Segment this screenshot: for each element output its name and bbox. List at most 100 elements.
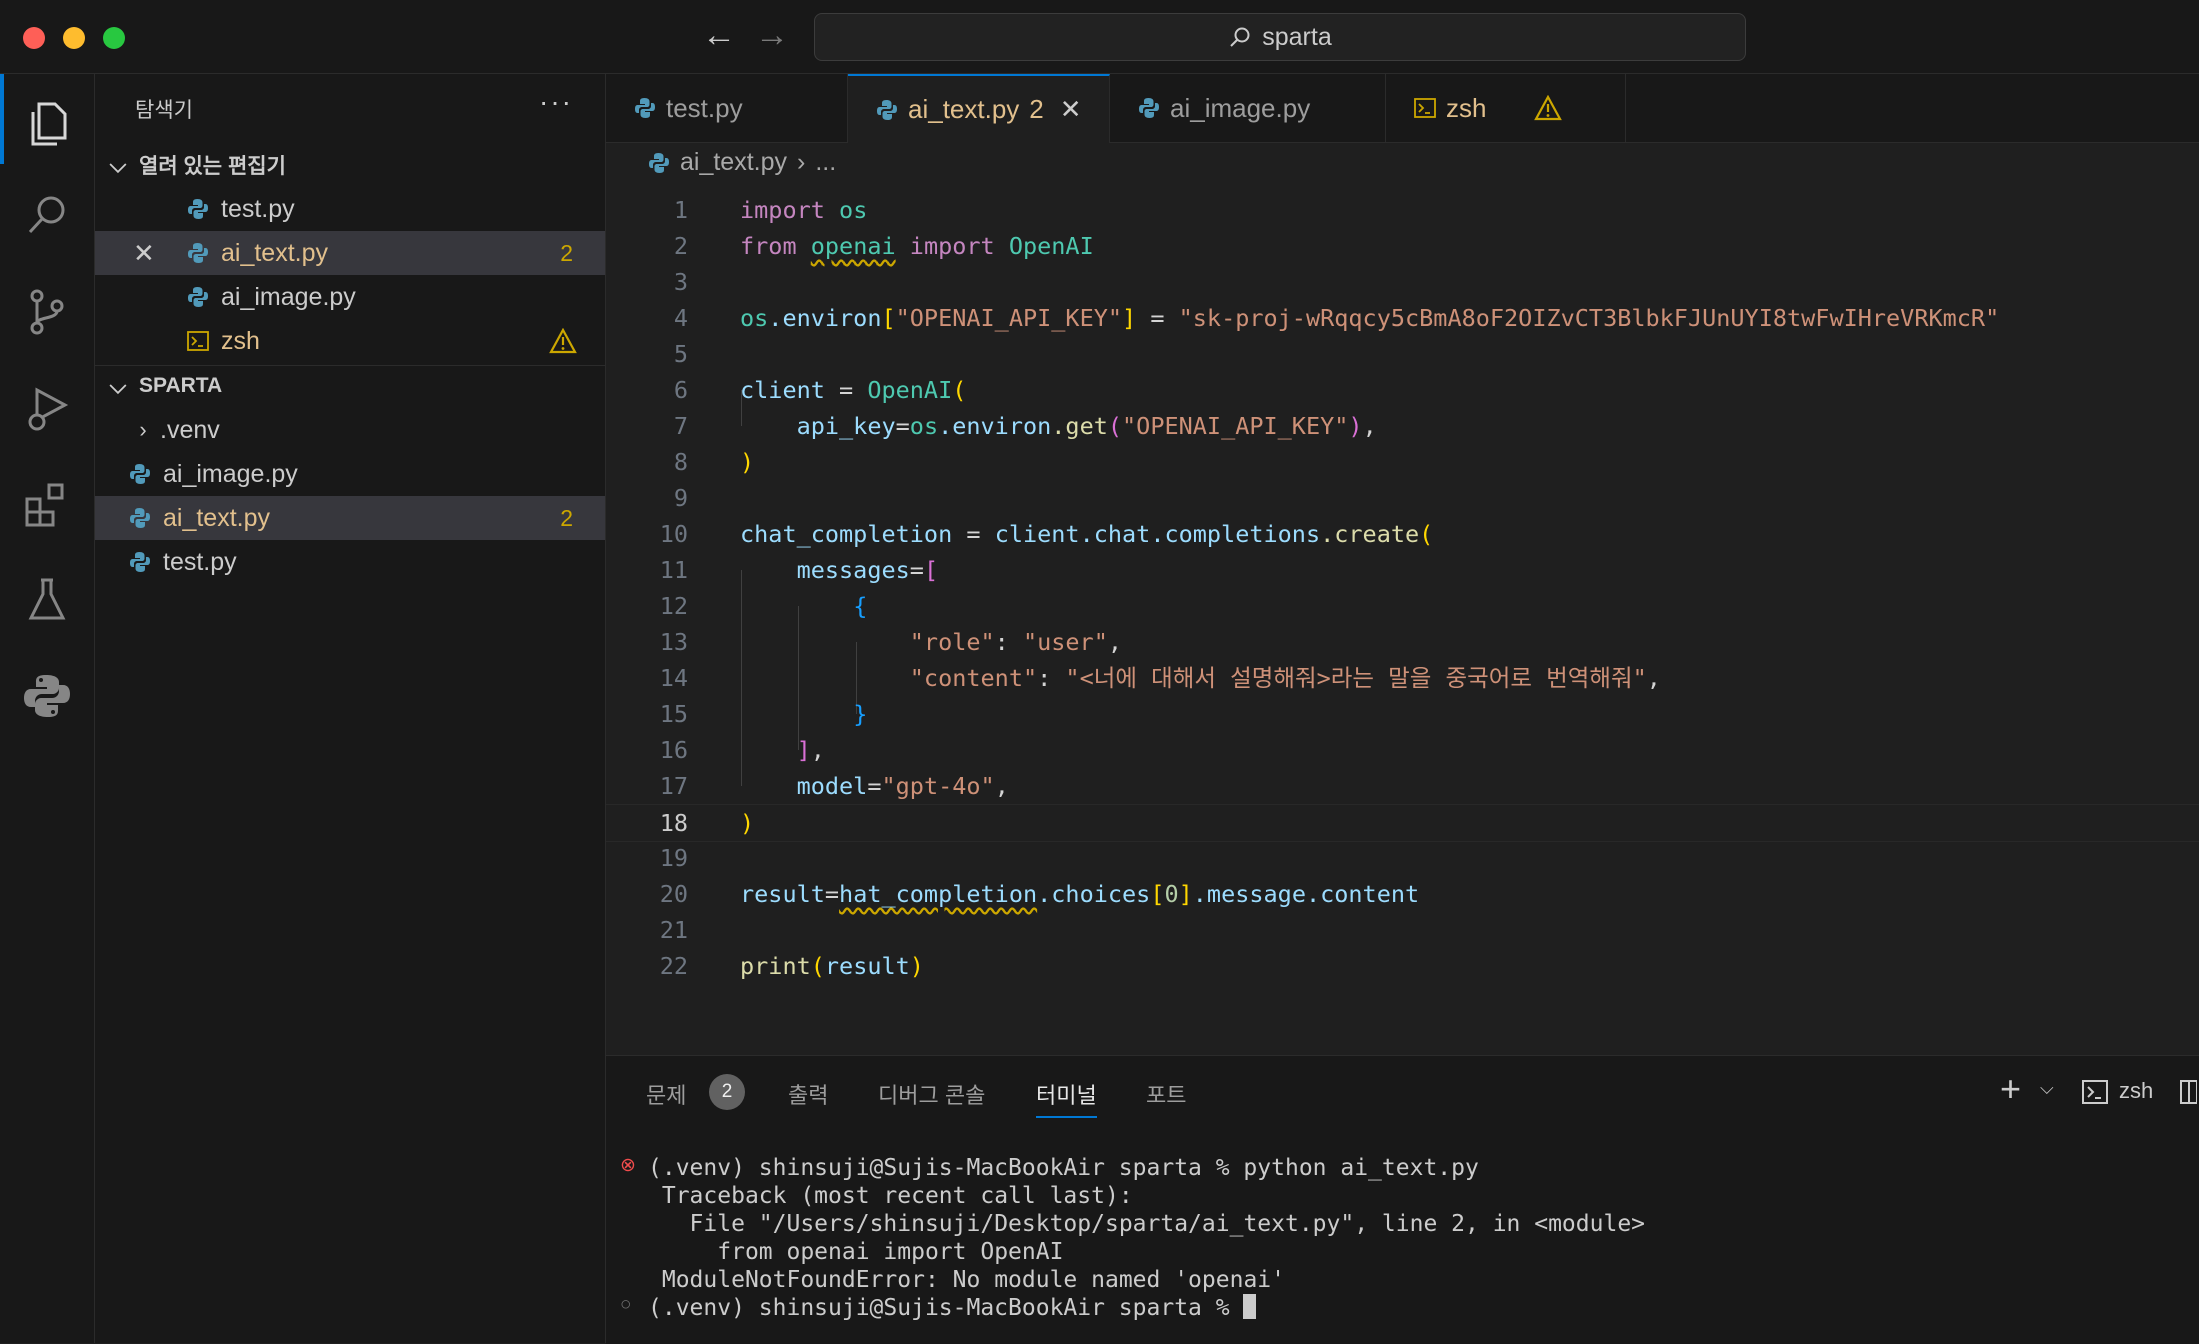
code-line: 5 [606, 336, 2199, 372]
code-line: 19 [606, 840, 2199, 876]
line-number: 9 [673, 484, 688, 512]
code-line: 8) [606, 444, 2199, 480]
python-file-icon [130, 508, 150, 528]
tab-zsh[interactable]: zsh [1386, 74, 1626, 142]
explorer-icon[interactable] [0, 84, 94, 164]
breadcrumb: ai_text.py › ... [648, 148, 836, 177]
line-number: 22 [659, 952, 688, 980]
line-number: 8 [673, 448, 688, 476]
problem-count-badge: 2 [560, 239, 573, 266]
search-text: sparta [1262, 22, 1332, 51]
chevron-right-icon: › [797, 148, 806, 176]
tab-ai-text[interactable]: ai_text.py 2 ✕ [848, 74, 1110, 143]
terminal-prompt-line: (.venv) shinsuji@Sujis-MacBookAir sparta… [648, 1294, 1257, 1322]
tab-output[interactable]: 출력 [788, 1078, 828, 1110]
current-code-line: 18) [606, 804, 2199, 842]
tree-item-label: ai_image.py [163, 459, 298, 488]
open-editor-item-test[interactable]: test.py [95, 187, 605, 231]
run-debug-icon[interactable] [0, 368, 94, 448]
code-line: 9 [606, 480, 2199, 516]
tab-ports[interactable]: 포트 [1146, 1078, 1186, 1110]
project-label: SPARTA [139, 374, 223, 397]
extensions-icon[interactable] [0, 465, 94, 545]
close-tab-icon[interactable]: ✕ [1060, 94, 1082, 125]
tab-test[interactable]: test.py [606, 74, 848, 142]
zoom-window-button[interactable] [103, 27, 125, 49]
python-file-icon [188, 199, 208, 219]
close-window-button[interactable] [23, 27, 45, 49]
line-number: 21 [659, 916, 688, 944]
error-circle-icon: ⊗ [620, 1155, 636, 1176]
python-file-icon [188, 243, 208, 263]
problem-count-badge: 2 [560, 504, 573, 531]
open-editor-item-ai-text[interactable]: ✕ ai_text.py 2 [95, 231, 605, 275]
open-editors-section[interactable]: ⌵ 열려 있는 편집기 [95, 143, 605, 187]
open-editor-item-ai-image[interactable]: ai_image.py [95, 275, 605, 319]
warning-icon [1534, 95, 1563, 121]
line-number: 11 [659, 556, 688, 584]
tab-label: zsh [1446, 92, 1487, 123]
python-icon[interactable] [0, 656, 94, 736]
tab-ai-image[interactable]: ai_image.py [1110, 74, 1386, 142]
code-editor[interactable]: 1 import os 2 from openai import OpenAI 3 … [606, 185, 2199, 1055]
code-line: 15 } [606, 696, 2199, 732]
back-arrow-icon[interactable]: ← [702, 16, 736, 55]
line-number: 6 [673, 376, 688, 404]
terminal-line: ModuleNotFoundError: No module named 'op… [661, 1267, 1285, 1293]
line-number: 14 [659, 664, 688, 692]
explorer-sidebar: 탐색기 ··· ⌵ 열려 있는 편집기 test.py ✕ ai_text.py… [95, 74, 606, 1343]
code-line: 1 import os [606, 192, 2199, 228]
python-file-icon [130, 464, 150, 484]
tree-item-ai-text[interactable]: ai_text.py 2 [95, 496, 605, 540]
testing-flask-icon[interactable] [0, 560, 94, 640]
terminal-shell-name[interactable]: zsh [2119, 1078, 2153, 1104]
open-editor-label: test.py [221, 194, 295, 223]
line-number: 7 [673, 412, 688, 440]
more-actions-icon[interactable]: ··· [539, 86, 573, 118]
tree-item-venv[interactable]: › .venv [95, 408, 605, 452]
tab-label: ai_image.py [1170, 92, 1311, 123]
open-editor-item-zsh[interactable]: zsh [95, 319, 605, 363]
code-line: 13 "role": "user", [606, 624, 2199, 660]
tab-label: test.py [666, 92, 743, 123]
open-editor-label: ai_image.py [221, 282, 356, 311]
tab-terminal[interactable]: 터미널 [1036, 1078, 1097, 1118]
code-line: 2 from openai import OpenAI [606, 228, 2199, 264]
split-terminal-icon[interactable] [2179, 1078, 2197, 1106]
python-file-icon [130, 552, 150, 572]
terminal-cursor [1243, 1294, 1257, 1319]
tab-problems[interactable]: 문제 [646, 1078, 686, 1110]
code-line: 7 api_key=os.environ.get("OPENAI_API_KEY… [606, 408, 2199, 444]
line-number: 17 [659, 772, 688, 800]
python-file-icon [649, 152, 669, 173]
command-center-search[interactable]: sparta [814, 13, 1746, 61]
tree-item-test[interactable]: test.py [95, 540, 605, 584]
code-line: 14 "content": "<너에 대해서 설명해줘>라는 말을 중국어로 번… [606, 660, 2199, 696]
problems-count-badge: 2 [709, 1074, 745, 1110]
tab-label: ai_text.py [908, 94, 1020, 124]
terminal-line: (.venv) shinsuji@Sujis-MacBookAir sparta… [648, 1155, 1479, 1181]
code-line: 17 model="gpt-4o", [606, 768, 2199, 804]
tab-debug-console[interactable]: 디버그 콘솔 [878, 1078, 985, 1110]
forward-arrow-icon[interactable]: → [755, 16, 789, 55]
line-number: 4 [673, 304, 688, 332]
close-icon[interactable]: ✕ [133, 238, 187, 269]
breadcrumb-file[interactable]: ai_text.py [680, 148, 787, 177]
tab-problem-badge: 2 [1029, 94, 1044, 124]
terminal-icon [2082, 1080, 2108, 1104]
minimize-window-button[interactable] [63, 27, 85, 49]
terminal-line: Traceback (most recent call last): [661, 1183, 1133, 1209]
search-icon [1230, 27, 1250, 47]
search-icon[interactable] [0, 175, 94, 255]
tree-item-ai-image[interactable]: ai_image.py [95, 452, 605, 496]
bottom-panel: 문제 2 출력 디버그 콘솔 터미널 포트 + ⌵ zsh ⊗ (.venv) … [606, 1055, 2199, 1344]
line-number: 19 [659, 844, 688, 872]
breadcrumb-symbol[interactable]: ... [815, 148, 836, 177]
chevron-down-icon[interactable]: ⌵ [2040, 1078, 2054, 1099]
project-section[interactable]: ⌵ SPARTA [95, 364, 605, 408]
source-control-icon[interactable] [0, 272, 94, 352]
python-file-icon [877, 99, 897, 120]
code-line: 6 client = OpenAI( [606, 372, 2199, 408]
new-terminal-plus-icon[interactable]: + [2000, 1068, 2021, 1110]
line-number: 16 [659, 736, 688, 764]
